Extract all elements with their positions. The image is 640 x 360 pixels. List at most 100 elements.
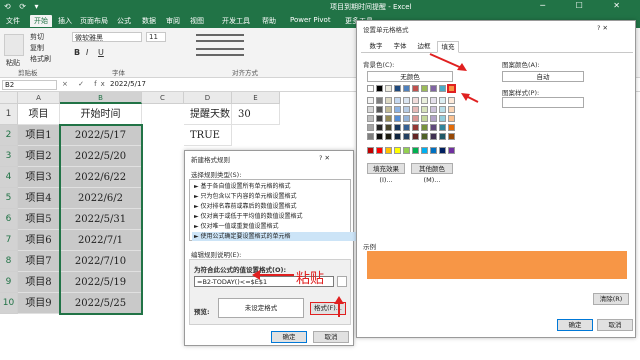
color-swatch[interactable] (421, 106, 428, 113)
ribbon-tab[interactable]: 审阅 (166, 16, 180, 26)
ribbon-tab[interactable]: 数据 (142, 16, 156, 26)
project-name-cell[interactable]: 项目6 (18, 230, 60, 251)
color-swatch[interactable] (367, 147, 374, 154)
color-swatch[interactable] (421, 147, 428, 154)
start-date-cell[interactable]: 2022/6/22 (60, 167, 142, 188)
color-swatch[interactable] (412, 115, 419, 122)
row-header[interactable]: 2 (0, 125, 18, 146)
color-swatch[interactable] (376, 147, 383, 154)
color-swatch[interactable] (448, 133, 455, 140)
color-swatch[interactable] (439, 124, 446, 131)
color-swatch[interactable] (439, 147, 446, 154)
row-header[interactable]: 6 (0, 209, 18, 230)
color-swatch[interactable] (447, 84, 456, 93)
color-swatch[interactable] (412, 85, 419, 92)
color-swatch[interactable] (448, 97, 455, 104)
format-cells-cancel-button[interactable]: 取消 (597, 319, 633, 331)
new-rule-ok-button[interactable]: 确定 (271, 331, 307, 343)
start-date-cell[interactable]: 2022/5/17 (60, 125, 142, 146)
color-swatch[interactable] (394, 124, 401, 131)
color-swatch[interactable] (385, 115, 392, 122)
color-swatch[interactable] (448, 106, 455, 113)
color-swatch[interactable] (403, 97, 410, 104)
color-swatch[interactable] (430, 133, 437, 140)
rule-type-item[interactable]: ► 只为包含以下内容的单元格设置格式 (192, 192, 360, 201)
ribbon-tab[interactable]: 插入 (58, 16, 72, 26)
format-painter-button[interactable]: 格式刷 (30, 54, 51, 64)
reminder-days-value-cell[interactable]: 30 (232, 104, 280, 125)
pattern-style-select[interactable] (502, 97, 584, 108)
row-header[interactable]: 10 (0, 293, 18, 314)
color-swatch[interactable] (367, 115, 374, 122)
project-name-cell[interactable]: 项目2 (18, 146, 60, 167)
color-swatch[interactable] (376, 133, 383, 140)
column-header-a[interactable]: A (18, 92, 60, 104)
color-swatch[interactable] (385, 133, 392, 140)
start-date-cell[interactable]: 2022/7/10 (60, 251, 142, 272)
color-swatch[interactable] (367, 133, 374, 140)
color-swatch[interactable] (376, 97, 383, 104)
header-cell-start-time[interactable]: 开始时间 (60, 104, 142, 125)
ribbon-tab[interactable]: 开始 (30, 15, 52, 27)
align-icon[interactable] (196, 34, 244, 42)
start-date-cell[interactable]: 2022/5/20 (60, 146, 142, 167)
rule-type-item[interactable]: ► 仅对排名靠前或靠后的数值设置格式 (192, 202, 360, 211)
test-result-cell[interactable]: TRUE (184, 125, 232, 146)
formula-input[interactable]: 2022/5/17 (110, 80, 146, 88)
color-swatch[interactable] (385, 85, 392, 92)
color-swatch[interactable] (394, 147, 401, 154)
header-cell-project[interactable]: 项目 (18, 104, 60, 125)
project-name-cell[interactable]: 项目7 (18, 251, 60, 272)
color-swatch[interactable] (367, 85, 374, 92)
font-size-select[interactable]: 11 (146, 32, 166, 42)
project-name-cell[interactable]: 项目3 (18, 167, 60, 188)
new-rule-cancel-button[interactable]: 取消 (313, 331, 349, 343)
start-date-cell[interactable]: 2022/5/25 (60, 293, 142, 314)
font-name-select[interactable]: 微软雅黑 (72, 32, 142, 42)
color-swatch[interactable] (412, 124, 419, 131)
cut-button[interactable]: 剪切 (30, 32, 44, 42)
color-swatch[interactable] (394, 85, 401, 92)
more-colors-button[interactable]: 其他颜色(M)... (411, 163, 453, 184)
color-swatch[interactable] (448, 147, 455, 154)
color-swatch[interactable] (394, 133, 401, 140)
ribbon-tab[interactable]: 帮助 (262, 16, 276, 26)
color-swatch[interactable] (385, 97, 392, 104)
column-header-e[interactable]: E (232, 92, 280, 104)
color-swatch[interactable] (439, 115, 446, 122)
window-controls[interactable]: ─ ☐ ✕ (540, 1, 634, 10)
color-swatch[interactable] (385, 147, 392, 154)
color-palette[interactable] (367, 84, 457, 165)
ribbon-tab[interactable]: 开发工具 (222, 16, 250, 26)
color-swatch[interactable] (430, 147, 437, 154)
color-swatch[interactable] (439, 97, 446, 104)
row-header[interactable]: 7 (0, 230, 18, 251)
color-swatch[interactable] (421, 133, 428, 140)
start-date-cell[interactable]: 2022/5/31 (60, 209, 142, 230)
color-swatch[interactable] (394, 106, 401, 113)
color-swatch[interactable] (430, 124, 437, 131)
rule-type-item[interactable]: ► 仅对高于或低于平均值的数值设置格式 (192, 212, 360, 221)
format-tab[interactable]: 字体 (389, 41, 411, 53)
row-header[interactable]: 4 (0, 167, 18, 188)
color-swatch[interactable] (412, 147, 419, 154)
color-swatch[interactable] (439, 85, 446, 92)
quick-access-toolbar[interactable]: ⟲ ⟳ ▾ (4, 2, 42, 11)
start-date-cell[interactable]: 2022/6/2 (60, 188, 142, 209)
italic-icon[interactable]: I (86, 48, 88, 57)
rule-type-list[interactable]: ► 基于各自值设置所有单元格的格式 ► 只为包含以下内容的单元格设置格式 ► 仅对排… (189, 179, 360, 241)
color-swatch[interactable] (430, 85, 437, 92)
new-rule-dialog-close-icon[interactable]: ? ✕ (319, 154, 330, 162)
formula-buttons[interactable]: × ✓ fx (62, 80, 109, 88)
color-swatch[interactable] (430, 115, 437, 122)
fill-effects-button[interactable]: 填充效果(I)... (367, 163, 405, 184)
color-swatch[interactable] (394, 97, 401, 104)
color-swatch[interactable] (367, 106, 374, 113)
format-cells-close-icon[interactable]: ? ✕ (597, 24, 608, 32)
format-cells-ok-button[interactable]: 确定 (557, 319, 593, 331)
project-name-cell[interactable]: 项目5 (18, 209, 60, 230)
color-swatch[interactable] (376, 124, 383, 131)
paste-icon[interactable] (4, 34, 24, 56)
underline-icon[interactable]: U (98, 48, 104, 57)
color-swatch[interactable] (448, 115, 455, 122)
